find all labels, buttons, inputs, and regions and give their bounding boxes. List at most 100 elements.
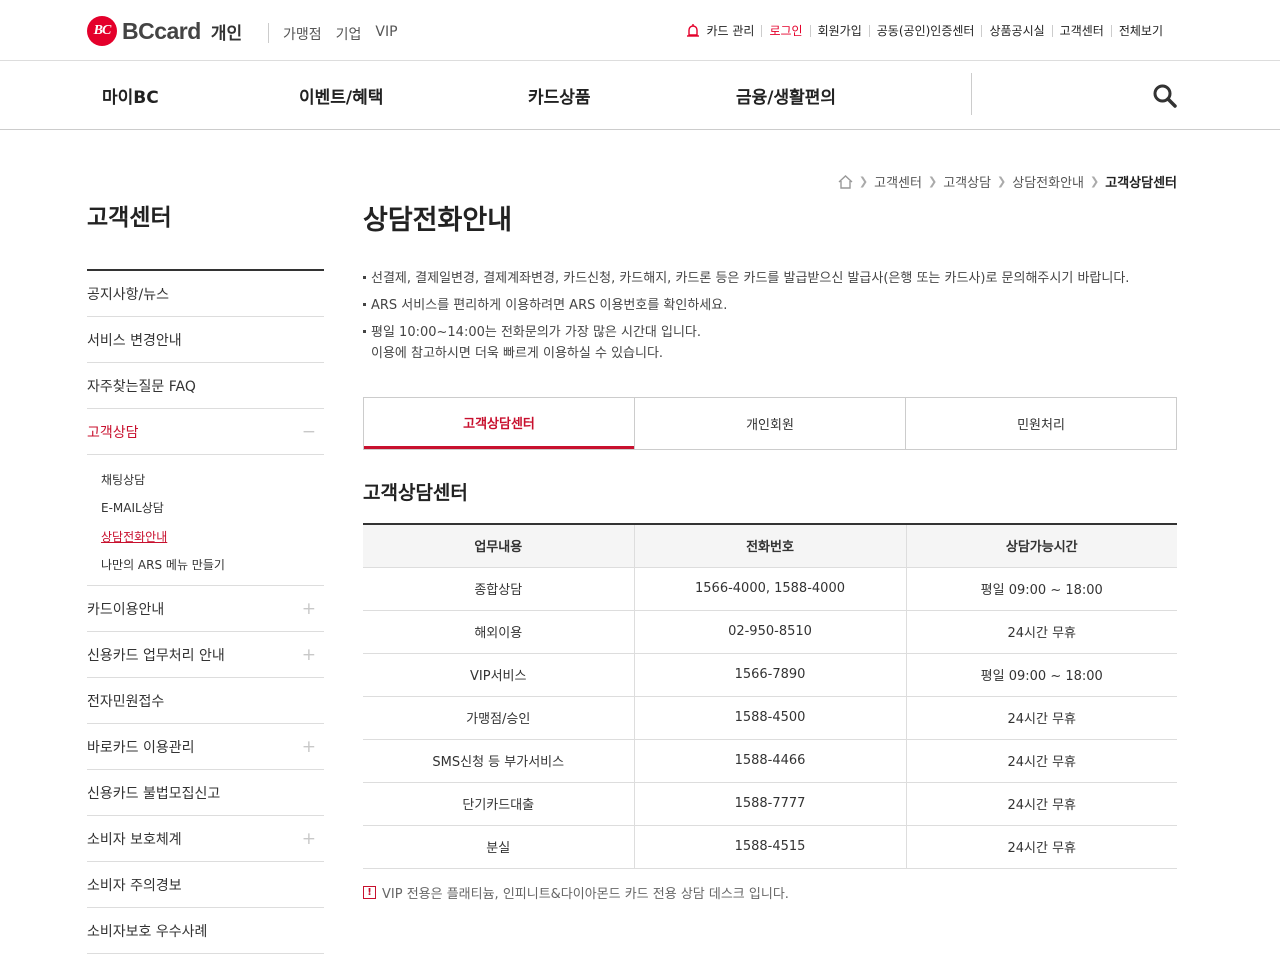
logo-mark: BC [87,16,117,46]
breadcrumb: ❯ 고객센터 ❯ 고객상담 ❯ 상담전화안내 ❯ 고객상담센터 [838,172,1177,191]
segment-nav: 가맹점 기업 VIP [283,24,398,44]
submenu-chat[interactable]: 채팅상담 [101,465,324,494]
sidebar-item-consultation[interactable]: 고객상담 − [87,409,324,455]
column-header: 전화번호 [633,524,906,568]
sidebar-item-credit-processing[interactable]: 신용카드 업무처리 안내 + [87,632,324,678]
nav-my-bc[interactable]: 마이BC [102,83,159,108]
table-row: 단기카드대출 1588-7777 24시간 무휴 [363,782,1177,826]
submenu-phone-guide[interactable]: 상담전화안내 [101,522,324,551]
column-header: 업무내용 [363,524,634,568]
warning-icon: ! [363,886,376,899]
sidebar-item-consumer-protection[interactable]: 소비자 보호체계 + [87,816,324,862]
breadcrumb-item[interactable]: 고객상담 [943,172,991,191]
chevron-right-icon: ❯ [927,175,938,188]
breadcrumb-item[interactable]: 상담전화안내 [1012,172,1084,191]
util-view-all[interactable]: 전체보기 [1110,25,1170,37]
sidebar-item-label: 바로카드 이용관리 [87,739,195,756]
cell-phone: 1588-7777 [633,782,906,826]
submenu-email[interactable]: E-MAIL상담 [101,494,324,523]
cell-phone: 1588-4500 [633,696,906,740]
section-title: 고객상담센터 [363,482,468,504]
table-row: 종합상담 1566-4000, 1588-4000 평일 09:00 ~ 18:… [363,567,1177,611]
sidebar-item-label: 신용카드 업무처리 안내 [87,647,225,664]
chevron-right-icon: ❯ [1090,175,1100,188]
cell-hours: 24시간 무휴 [905,782,1177,826]
sidebar-item-illegal-report[interactable]: 신용카드 불법모집신고 [87,770,324,816]
sidebar-item-label: 카드이용안내 [87,601,165,618]
sidebar: 공지사항/뉴스 서비스 변경안내 자주찾는질문 FAQ 고객상담 − 채팅상담 E… [87,269,324,954]
sidebar-item-faq[interactable]: 자주찾는질문 FAQ [87,363,324,409]
cell-service: 단기카드대출 [363,782,634,826]
util-signup[interactable]: 회원가입 [809,25,869,37]
footnote-text: VIP 전용은 플래티늄, 인피니트&다이아몬드 카드 전용 상담 데스크 입니… [382,887,789,902]
util-card-manage[interactable]: 카드 관리 [706,25,761,37]
table-header-row: 업무내용 전화번호 상담가능시간 [363,524,1177,568]
cell-phone: 1566-4000, 1588-4000 [633,567,906,611]
segment-merchant[interactable]: 가맹점 [283,24,322,44]
page-title: 상담전화안내 [363,205,513,236]
notice-item: ARS 서비스를 편리하게 이용하려면 ARS 이용번호를 확인하세요. [363,295,1129,316]
section-label: 개인 [210,23,243,44]
sidebar-item-e-complaint[interactable]: 전자민원접수 [87,678,324,724]
cell-service: VIP서비스 [363,653,634,697]
notice-list: 선결제, 결제일변경, 결제계좌변경, 카드신청, 카드해지, 카드론 등은 카… [363,268,1129,370]
sidebar-item-label: 공지사항/뉴스 [87,286,169,303]
table-row: 해외이용 02-950-8510 24시간 무휴 [363,610,1177,654]
sidebar-submenu: 채팅상담 E-MAIL상담 상담전화안내 나만의 ARS 메뉴 만들기 [87,455,324,586]
cell-hours: 24시간 무휴 [905,610,1177,654]
sidebar-item-label: 서비스 변경안내 [87,332,182,349]
breadcrumb-current: 고객상담센터 [1105,176,1177,191]
nav-card-products[interactable]: 카드상품 [528,83,591,108]
cell-service: 가맹점/승인 [363,696,634,740]
collapse-icon[interactable]: − [302,422,316,442]
breadcrumb-item[interactable]: 고객센터 [874,172,922,191]
tab-customer-center[interactable]: 고객상담센터 [364,398,634,449]
expand-icon[interactable]: + [302,599,316,619]
sidebar-item-label: 전자민원접수 [87,693,165,710]
segment-vip[interactable]: VIP [375,24,397,44]
bccard-logo[interactable]: BC BCcard 개인 [87,16,242,46]
notice-item: 평일 10:00~14:00는 전화문의가 가장 많은 시간대 입니다. 이용에… [363,322,1129,364]
cell-hours: 24시간 무휴 [905,739,1177,783]
utility-links: 카드 관리 로그인 회원가입 공동(공인)인증센터 상품공시실 고객센터 전체보… [686,24,1170,38]
nav-finance[interactable]: 금융/생활편의 [736,83,836,108]
table-row: SMS신청 등 부가서비스 1588-4466 24시간 무휴 [363,739,1177,783]
divider [268,23,269,43]
search-icon[interactable] [1152,83,1178,109]
expand-icon[interactable]: + [302,645,316,665]
sidebar-item-baro-card[interactable]: 바로카드 이용관리 + [87,724,324,770]
main-nav: 마이BC 이벤트/혜택 카드상품 금융/생활편의 [0,61,1280,130]
segment-business[interactable]: 기업 [336,24,362,44]
cell-phone: 1588-4515 [633,825,906,869]
util-product-disclosure[interactable]: 상품공시실 [981,25,1051,37]
table-row: VIP서비스 1566-7890 평일 09:00 ~ 18:00 [363,653,1177,697]
sidebar-item-notice[interactable]: 공지사항/뉴스 [87,271,324,317]
cell-phone: 02-950-8510 [633,610,906,654]
notice-item: 선결제, 결제일변경, 결제계좌변경, 카드신청, 카드해지, 카드론 등은 카… [363,268,1129,289]
tab-bar: 고객상담센터 개인회원 민원처리 [363,397,1177,450]
tab-personal-member[interactable]: 개인회원 [634,398,905,449]
table-row: 가맹점/승인 1588-4500 24시간 무휴 [363,696,1177,740]
expand-icon[interactable]: + [302,829,316,849]
cell-hours: 평일 09:00 ~ 18:00 [905,567,1177,611]
home-icon[interactable] [838,174,853,189]
sidebar-title: 고객센터 [87,205,172,231]
expand-icon[interactable]: + [302,737,316,757]
cell-service: 해외이용 [363,610,634,654]
sidebar-item-card-usage[interactable]: 카드이용안내 + [87,586,324,632]
sidebar-item-service-change[interactable]: 서비스 변경안내 [87,317,324,363]
column-header: 상담가능시간 [905,524,1177,568]
util-login[interactable]: 로그인 [761,25,809,37]
nav-events[interactable]: 이벤트/혜택 [299,83,383,108]
divider [971,73,972,115]
sidebar-item-best-practice[interactable]: 소비자보호 우수사례 [87,908,324,954]
tab-complaint[interactable]: 민원처리 [905,398,1176,449]
table-row: 분실 1588-4515 24시간 무휴 [363,825,1177,869]
util-customer-center[interactable]: 고객센터 [1051,25,1111,37]
notice-line: 이용에 참고하시면 더욱 빠르게 이용하실 수 있습니다. [371,346,664,361]
sidebar-item-label: 신용카드 불법모집신고 [87,785,221,802]
cell-service: 분실 [363,825,634,869]
util-cert-center[interactable]: 공동(공인)인증센터 [868,25,982,37]
sidebar-item-consumer-alert[interactable]: 소비자 주의경보 [87,862,324,908]
submenu-my-ars[interactable]: 나만의 ARS 메뉴 만들기 [101,551,324,580]
